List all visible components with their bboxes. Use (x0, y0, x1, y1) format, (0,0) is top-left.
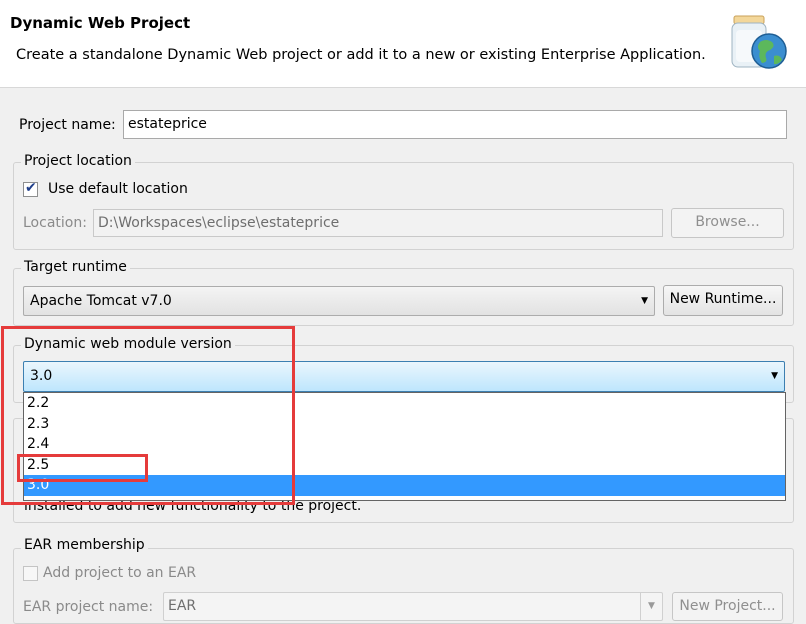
option-highlight-box (17, 454, 148, 482)
new-runtime-button[interactable]: New Runtime... (663, 285, 783, 316)
ear-project-name-label: EAR project name: (23, 599, 154, 615)
web-project-jar-icon (731, 15, 787, 69)
ear-membership-group-label: EAR membership (21, 537, 148, 553)
dropdown-arrow-icon: ▼ (641, 296, 648, 306)
location-label: Location: (23, 215, 87, 231)
page-description: Create a standalone Dynamic Web project … (16, 47, 706, 63)
checkmark-icon: ✔ (25, 180, 37, 196)
add-to-ear-checkbox[interactable] (23, 566, 38, 581)
wizard-header: Dynamic Web Project Create a standalone … (0, 0, 806, 88)
add-to-ear-label: Add project to an EAR (43, 565, 197, 581)
project-location-group-label: Project location (21, 153, 135, 169)
target-runtime-group-label: Target runtime (21, 259, 130, 275)
location-input[interactable]: D:\Workspaces\eclipse\estateprice (93, 209, 663, 237)
dropdown-arrow-icon: ▼ (640, 593, 662, 620)
target-runtime-select[interactable]: Apache Tomcat v7.0 ▼ (23, 286, 655, 316)
dropdown-arrow-icon: ▼ (771, 371, 778, 381)
target-runtime-value: Apache Tomcat v7.0 (30, 293, 172, 309)
browse-button[interactable]: Browse... (671, 208, 784, 238)
page-title: Dynamic Web Project (10, 14, 191, 32)
project-name-label: Project name: (19, 117, 116, 133)
new-project-button[interactable]: New Project... (672, 592, 783, 621)
use-default-location-label: Use default location (48, 181, 188, 197)
ear-project-name-select[interactable]: EAR ▼ (163, 592, 663, 621)
project-name-input[interactable]: estateprice (123, 110, 787, 139)
ear-project-name-value: EAR (168, 598, 197, 614)
use-default-location-checkbox[interactable]: ✔ (23, 180, 38, 197)
